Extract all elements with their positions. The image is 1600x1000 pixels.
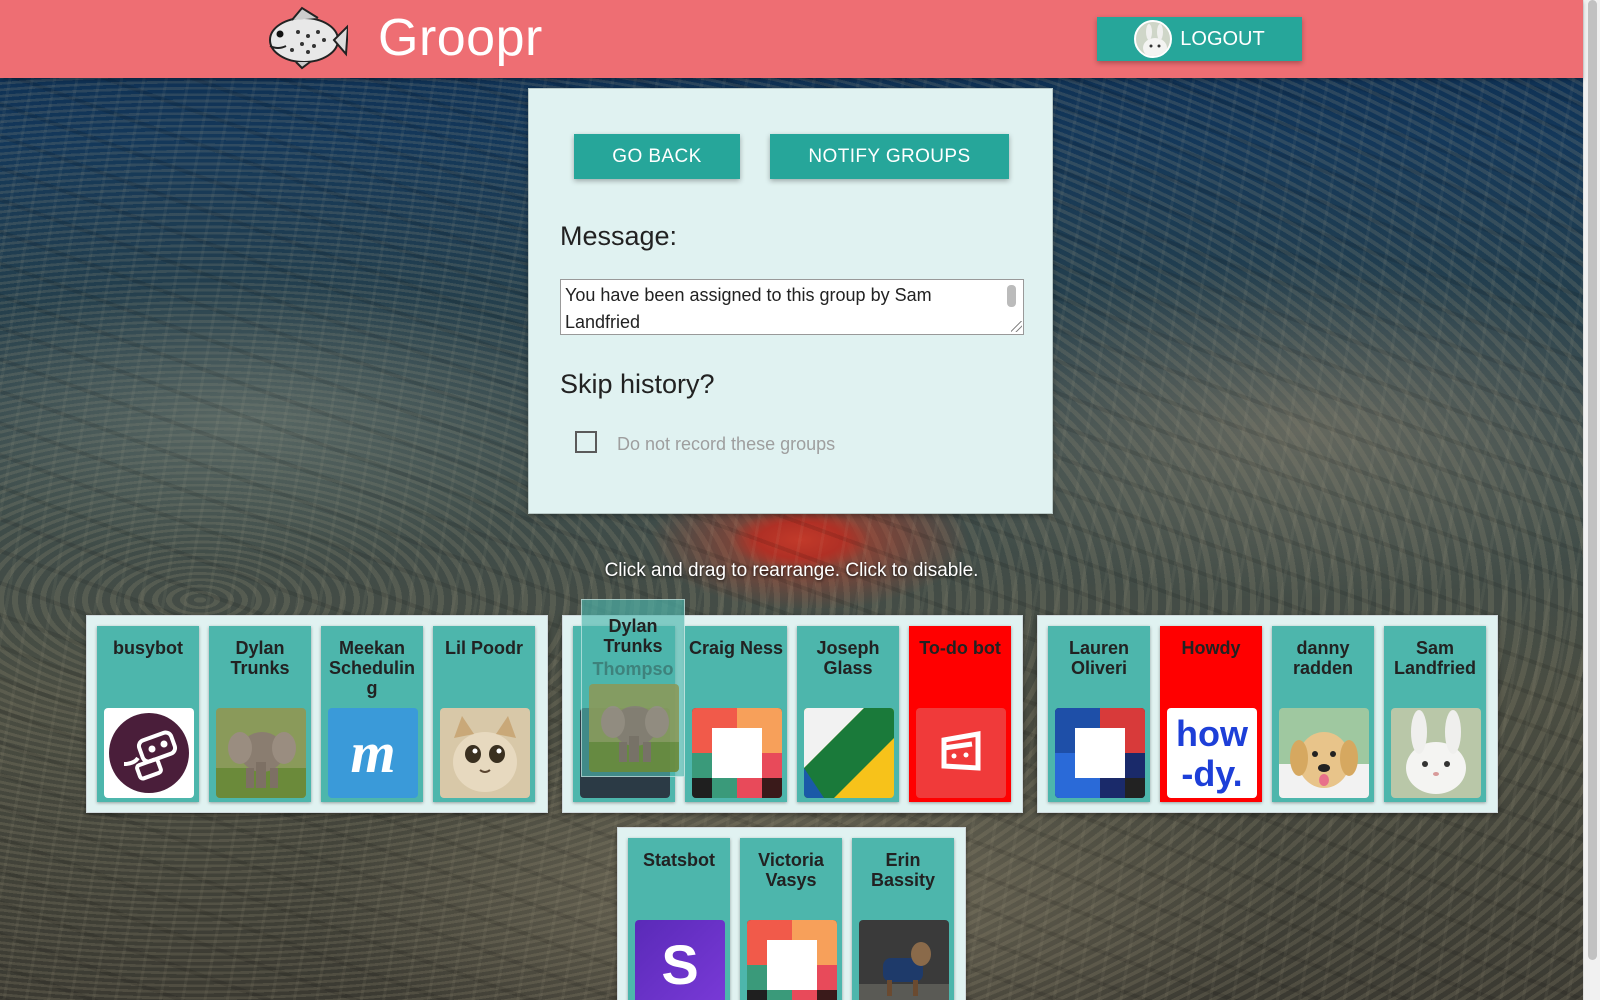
member-card[interactable]: Joseph Glass — [797, 626, 899, 802]
member-name: Dylan Trunks — [230, 638, 290, 678]
member-name: Sam Landfried — [1393, 638, 1476, 678]
elephant-photo — [589, 684, 679, 772]
group-3: Lauren Oliveri Howdy how -dy. danny radd… — [1037, 615, 1498, 813]
notify-groups-button[interactable]: NOTIFY GROUPS — [770, 134, 1009, 179]
member-card[interactable]: Craig Ness — [685, 626, 787, 802]
member-name: Statsbot — [643, 850, 715, 870]
skip-history-checkbox-label[interactable]: Do not record these groups — [617, 434, 835, 455]
member-name: Lauren Oliveri — [1068, 638, 1129, 678]
textarea-resize-handle[interactable] — [1011, 321, 1022, 332]
svg-text:how: how — [1176, 713, 1249, 754]
member-name: Lil Poodr — [445, 638, 523, 658]
member-card[interactable]: Erin Bassity — [852, 838, 954, 1000]
member-name: danny radden — [1292, 638, 1353, 678]
member-card[interactable]: Lauren Oliveri — [1048, 626, 1150, 802]
member-name: Joseph Glass — [816, 638, 880, 678]
member-card[interactable]: danny radden — [1272, 626, 1374, 802]
go-back-button[interactable]: GO BACK — [574, 134, 740, 179]
statsbot-s-icon: S — [635, 920, 725, 1000]
logout-label: LOGOUT — [1180, 27, 1265, 50]
rearrange-hint: Click and drag to rearrange. Click to di… — [604, 560, 979, 581]
member-name: Meekan Schedulin g — [328, 638, 415, 698]
message-label: Message: — [560, 221, 678, 251]
message-scrollbar[interactable] — [1007, 285, 1016, 307]
skip-history-label: Skip history? — [560, 369, 715, 399]
dragging-member-name: Dylan Trunks — [603, 616, 663, 656]
user-avatar — [1134, 20, 1173, 58]
svg-text:m: m — [350, 720, 395, 785]
member-card[interactable]: To-do bot — [909, 626, 1011, 802]
member-card[interactable]: busybot — [97, 626, 199, 802]
green-yellow-icon — [804, 708, 894, 798]
member-card[interactable]: Victoria Vasys — [740, 838, 842, 1000]
member-name: To-do bot — [919, 638, 1001, 658]
member-card[interactable]: Sam Landfried — [1384, 626, 1486, 802]
member-card[interactable]: Howdy how -dy. — [1160, 626, 1262, 802]
page-scrollbar[interactable] — [1583, 0, 1600, 1000]
slack-block-icon — [747, 920, 837, 1000]
bunny-photo — [1391, 708, 1481, 798]
app-brand-title[interactable]: Groopr — [378, 8, 543, 68]
logout-button[interactable]: LOGOUT — [1097, 17, 1302, 61]
overlapped-member-name: Thompso — [592, 659, 674, 679]
svg-text:S: S — [661, 933, 698, 996]
member-card[interactable]: Statsbot S — [628, 838, 730, 1000]
member-name: Howdy — [1181, 638, 1241, 658]
grouper-fish-logo-icon — [262, 6, 348, 70]
elephant-photo — [216, 708, 306, 798]
message-textarea[interactable]: You have been assigned to this group by … — [560, 279, 1024, 335]
group-4: Statsbot S Victoria Vasys Erin Bassity — [617, 827, 966, 1000]
cat-photo — [440, 708, 530, 798]
member-name: Victoria Vasys — [758, 850, 824, 890]
howdy-logo: how -dy. — [1167, 708, 1257, 798]
slack-block-icon — [692, 708, 782, 798]
svg-text:-dy.: -dy. — [1181, 753, 1242, 794]
busybot-robot-icon — [104, 708, 194, 798]
member-name: Craig Ness — [688, 638, 784, 658]
member-card[interactable]: Lil Poodr — [433, 626, 535, 802]
member-card[interactable]: Meekan Schedulin g m — [321, 626, 423, 802]
meekan-m-icon: m — [328, 708, 418, 798]
page-scrollbar-thumb[interactable] — [1588, 0, 1597, 960]
skip-history-checkbox[interactable] — [575, 431, 597, 453]
member-name: Erin Bassity — [870, 850, 936, 890]
member-name: busybot — [113, 638, 183, 658]
notify-panel: GO BACK NOTIFY GROUPS Message: You have … — [528, 88, 1053, 514]
top-navbar: Groopr LOGOUT — [0, 0, 1583, 78]
group-1: busybot Dylan Trunks Meekan Schedulin g … — [86, 615, 548, 813]
goat-photo — [859, 920, 949, 1000]
todo-bot-icon — [916, 708, 1006, 798]
dragging-member-card[interactable]: Dylan Trunks Thompso — [581, 599, 685, 777]
blue-block-icon — [1055, 708, 1145, 798]
member-card[interactable]: Dylan Trunks — [209, 626, 311, 802]
puppy-photo — [1279, 708, 1369, 798]
